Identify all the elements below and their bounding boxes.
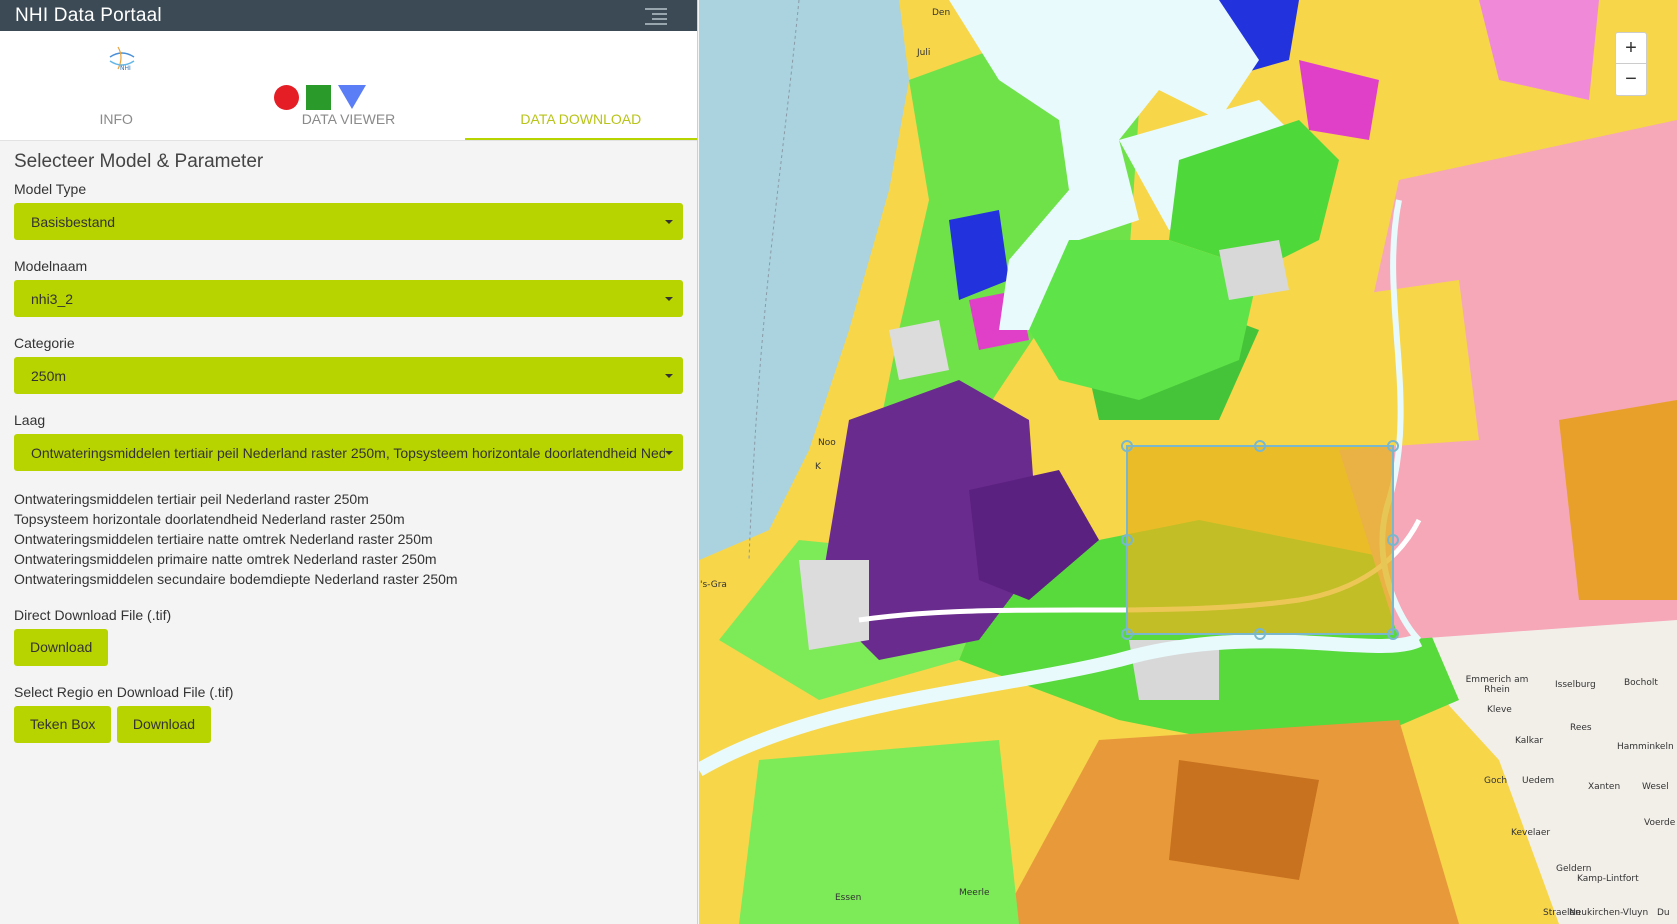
map-place-label: Bocholt — [1624, 678, 1658, 688]
chevron-down-icon — [665, 450, 673, 455]
categorie-select[interactable]: 250m — [14, 357, 683, 394]
map-place-label: Hamminkeln — [1617, 742, 1674, 752]
map-place-label: Xanten — [1588, 782, 1621, 792]
zoom-in-button[interactable]: + — [1615, 32, 1647, 64]
green-square-icon — [306, 85, 331, 110]
map-place-label: Du — [1657, 908, 1670, 918]
map-place-label: Kleve — [1487, 705, 1512, 715]
section-title: Selecteer Model & Parameter — [14, 151, 264, 172]
map-place-label: K — [815, 462, 821, 472]
map-view[interactable]: + − Den Juli Noo K 's-Gra Emmerich am Rh… — [699, 0, 1677, 924]
region-download-label: Select Regio en Download File (.tif) — [14, 684, 234, 700]
laag-select[interactable]: Ontwateringsmiddelen tertiair peil Neder… — [14, 434, 683, 471]
modelnaam-select[interactable]: nhi3_2 — [14, 280, 683, 317]
laag-value: Ontwateringsmiddelen tertiair peil Neder… — [31, 444, 665, 461]
map-place-label: Neukirchen-Vluyn — [1569, 908, 1649, 918]
app-title: NHI Data Portaal — [15, 4, 162, 26]
map-place-label: Kalkar — [1515, 736, 1544, 746]
chevron-down-icon — [665, 373, 673, 378]
modelnaam-label: Modelnaam — [14, 258, 88, 274]
map-place-label: Isselburg — [1555, 680, 1596, 690]
model-type-select[interactable]: Basisbestand — [14, 203, 683, 240]
modelnaam-value: nhi3_2 — [31, 290, 74, 307]
map-place-label: Rees — [1570, 723, 1592, 733]
list-item: Ontwateringsmiddelen primaire natte omtr… — [14, 551, 437, 567]
nhi-logo: NHI — [106, 43, 138, 73]
map-place-label: Emmerich am Rhein — [1465, 675, 1529, 695]
map-place-label: Den — [932, 8, 951, 18]
zoom-out-button[interactable]: − — [1615, 64, 1647, 96]
download-form: Selecteer Model & Parameter Model Type B… — [0, 141, 697, 743]
selected-layer-list: Ontwateringsmiddelen tertiair peil Neder… — [14, 489, 683, 589]
map-place-label: Noo — [818, 438, 836, 448]
title-bar: NHI Data Portaal — [0, 0, 697, 31]
map-place-label: Wesel — [1642, 782, 1669, 792]
tab-data-download[interactable]: DATA DOWNLOAD — [464, 93, 697, 140]
map-place-label: Geldern — [1556, 864, 1592, 874]
collapse-sidebar-icon[interactable] — [645, 7, 667, 25]
selection-box[interactable] — [1126, 445, 1394, 635]
chevron-down-icon — [665, 219, 673, 224]
map-place-label: Uedem — [1522, 776, 1555, 786]
logo-text: NHI — [120, 65, 131, 72]
region-download-button[interactable]: Download — [116, 706, 212, 743]
model-type-label: Model Type — [14, 181, 87, 197]
direct-download-button[interactable]: Download — [14, 629, 109, 666]
brand-bar: NHI — [0, 31, 697, 110]
map-place-label: Goch — [1484, 776, 1508, 786]
categorie-label: Categorie — [14, 335, 75, 351]
laag-label: Laag — [14, 412, 46, 428]
map-place-label: Meerle — [959, 888, 990, 898]
tab-info[interactable]: INFO — [0, 93, 232, 140]
map-place-label: Kamp-Lintfort — [1577, 874, 1639, 884]
list-item: Ontwateringsmiddelen tertiair peil Neder… — [14, 491, 369, 507]
model-type-value: Basisbestand — [31, 213, 116, 230]
list-item: Ontwateringsmiddelen tertiaire natte omt… — [14, 531, 433, 547]
categorie-value: 250m — [31, 367, 67, 384]
map-place-label: 's-Gra — [700, 580, 727, 590]
list-item: Ontwateringsmiddelen secundaire bodemdie… — [14, 571, 458, 587]
blue-triangle-icon — [338, 85, 366, 109]
list-item: Topsysteem horizontale doorlatendheid Ne… — [14, 511, 405, 527]
map-place-label: Kevelaer — [1511, 828, 1551, 838]
direct-download-label: Direct Download File (.tif) — [14, 607, 172, 623]
map-place-label: Voerde — [1644, 818, 1676, 828]
draw-box-button[interactable]: Teken Box — [14, 706, 112, 743]
map-place-label: Essen — [835, 893, 862, 903]
red-circle-icon — [274, 85, 299, 110]
sidebar-panel: NHI Data Portaal NHI INFO DATA VIEWER DA… — [0, 0, 698, 924]
chevron-down-icon — [665, 296, 673, 301]
map-place-label: Juli — [917, 48, 931, 58]
